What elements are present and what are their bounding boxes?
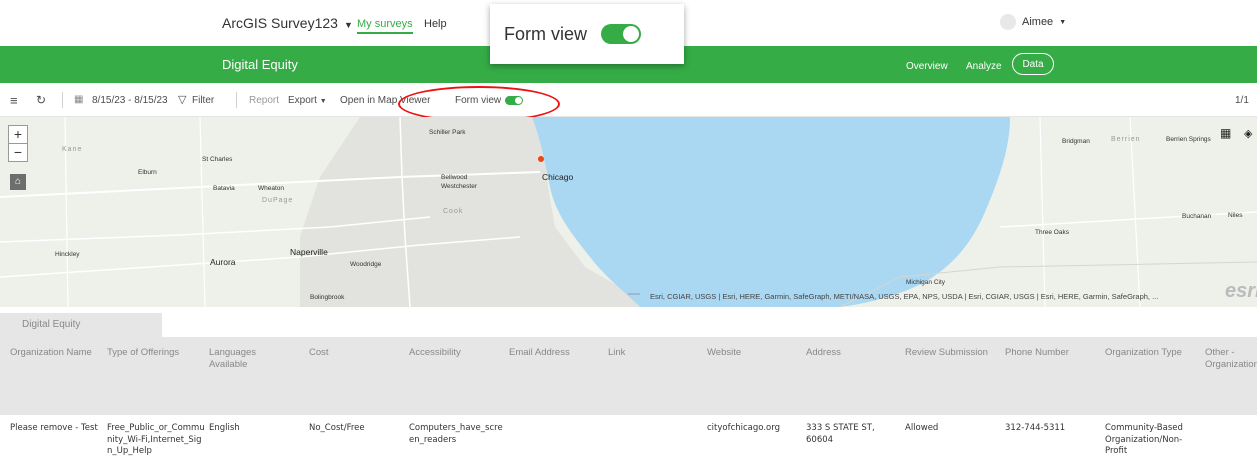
zoom-controls: + − [8, 125, 28, 162]
calendar-icon: ▦ [74, 94, 84, 105]
app-brand-label: ArcGIS Survey123 [222, 15, 338, 31]
toggle-knob [623, 26, 640, 42]
cell-offerings: Free_Public_or_Community_Wi-Fi,Internet_… [107, 423, 205, 456]
cell-address: 333 S STATE ST, 60604 [806, 423, 875, 445]
map-attribution: Esri, CGIAR, USGS | Esri, HERE, Garmin, … [650, 292, 1159, 301]
table-tab[interactable]: Digital Equity [0, 313, 162, 337]
app-brand-menu[interactable]: ArcGIS Survey123 ▼ [222, 15, 353, 31]
cell-cost: No_Cost/Free [309, 423, 365, 433]
menu-icon[interactable]: ≡ [10, 93, 18, 108]
filter-button[interactable]: Filter [192, 95, 214, 106]
cell-org-type: Community-Based Organization/Non-Profit [1105, 423, 1183, 456]
date-range[interactable]: 8/15/23 - 8/15/23 [92, 95, 168, 106]
cell-review: Allowed [905, 423, 939, 433]
map-label: DuPage [262, 197, 294, 204]
home-icon[interactable]: ⌂ [10, 174, 26, 190]
column-header[interactable]: Website [707, 347, 741, 359]
column-header[interactable]: Organization Type [1105, 347, 1182, 359]
map-marker[interactable] [538, 156, 544, 162]
zoom-in-button[interactable]: + [9, 126, 27, 143]
export-button[interactable]: Export ▼ [288, 95, 327, 106]
report-button[interactable]: Report [249, 95, 279, 106]
page-indicator: 1/1 [1235, 95, 1249, 106]
column-header[interactable]: Email Address [509, 347, 570, 359]
column-header[interactable]: Address [806, 347, 841, 359]
map-label: Niles [1228, 212, 1243, 219]
divider [62, 92, 63, 108]
map-label: Naperville [290, 247, 328, 257]
chevron-down-icon: ▼ [1059, 18, 1067, 26]
column-header[interactable]: Phone Number [1005, 347, 1069, 359]
cell-website: cityofchicago.org [707, 423, 780, 433]
column-header[interactable]: Cost [309, 347, 329, 359]
avatar [1000, 14, 1016, 30]
tab-data[interactable]: Data [1012, 53, 1054, 75]
map-label: Bolingbrook [310, 294, 345, 301]
map-label: Chicago [542, 172, 574, 182]
map-label: Elburn [138, 169, 157, 176]
column-header[interactable]: Review Submission [905, 347, 988, 359]
chevron-down-icon: ▼ [343, 20, 353, 30]
map-label: Wheaton [258, 185, 285, 192]
map-label: Buchanan [1182, 213, 1212, 220]
form-view-callout: Form view [490, 4, 684, 64]
chevron-down-icon: ▼ [319, 98, 327, 105]
basemap-gallery-icon[interactable]: ▦ [1220, 126, 1231, 140]
map-label: Schiller Park [429, 129, 466, 136]
map-label: Woodridge [350, 261, 382, 268]
cell-org-name: Please remove - Test [10, 423, 98, 433]
map-label: Kane [62, 146, 83, 153]
map-view[interactable]: Kane St Charles Elburn Batavia Wheaton D… [0, 117, 1257, 307]
column-header[interactable]: Organization Name [10, 347, 92, 359]
esri-logo: esri [1225, 280, 1257, 302]
layers-icon[interactable]: ◈ [1244, 127, 1252, 140]
user-name: Aimee [1022, 16, 1054, 28]
tab-overview[interactable]: Overview [906, 61, 948, 72]
user-menu[interactable]: Aimee ▼ [1000, 14, 1066, 30]
map-label: Three Oaks [1035, 229, 1069, 236]
refresh-icon[interactable]: ↻ [36, 93, 46, 107]
nav-my-surveys[interactable]: My surveys [357, 18, 413, 34]
map-label: Hinckley [55, 251, 80, 258]
map-label: Westchester [441, 183, 478, 190]
zoom-out-button[interactable]: − [9, 143, 27, 161]
map-label: Berrien Springs [1166, 136, 1211, 143]
cell-phone: 312-744-5311 [1005, 423, 1066, 433]
map-label: Michigan City [906, 279, 946, 286]
map-label: Bridgman [1062, 138, 1090, 145]
map-label: Batavia [213, 185, 235, 192]
nav-help[interactable]: Help [424, 18, 447, 30]
form-view-toggle-zoomed [601, 24, 642, 44]
export-label: Export [288, 95, 317, 106]
map-label: Cook [443, 208, 464, 215]
column-header[interactable]: Other - Organization [1205, 347, 1257, 371]
survey-title: Digital Equity [222, 57, 298, 72]
tab-analyze[interactable]: Analyze [966, 61, 1002, 72]
map-label: Bellwood [441, 174, 468, 181]
toolbar [0, 84, 1257, 117]
callout-label: Form view [504, 23, 588, 44]
column-header[interactable]: Type of Offerings [107, 347, 179, 359]
map-canvas [0, 117, 1257, 307]
column-header[interactable]: Accessibility [409, 347, 461, 359]
divider [236, 92, 237, 108]
map-label: Aurora [210, 257, 236, 267]
cell-languages: English [209, 423, 240, 433]
map-label: St Charles [202, 156, 233, 163]
map-label: Berrien [1111, 136, 1141, 143]
column-header[interactable]: Languages Available [209, 347, 279, 371]
column-header[interactable]: Link [608, 347, 625, 359]
cell-accessibility: Computers_have_screen_readers [409, 423, 503, 445]
filter-icon: ▽ [178, 94, 187, 106]
